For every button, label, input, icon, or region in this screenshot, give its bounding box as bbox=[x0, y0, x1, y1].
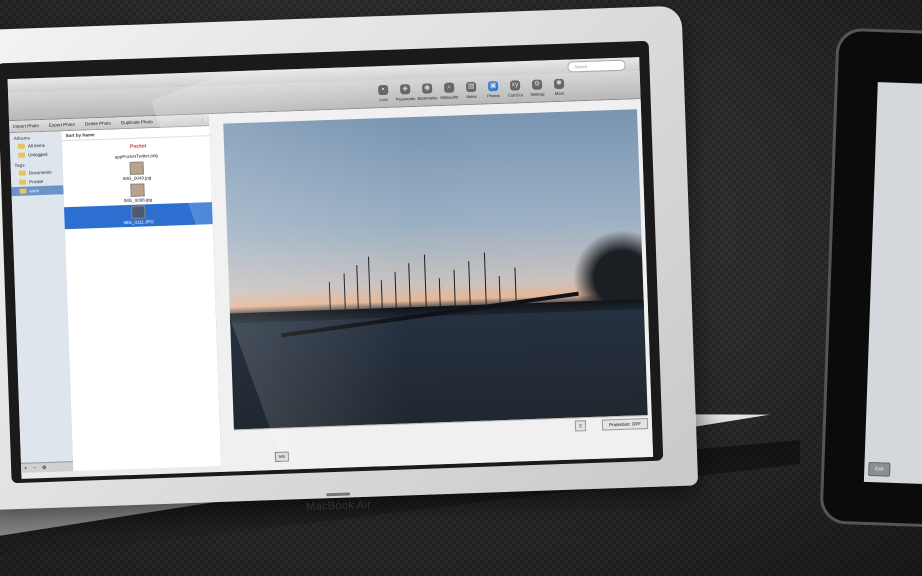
toolbar-cutncut-button[interactable]: xy CutnCut bbox=[504, 75, 527, 103]
pocket-logo-thumbnail: Pocket bbox=[129, 141, 147, 153]
screen-bezel: Search ▪Lock◈Passwords◉Bookmarks⌕Websurf… bbox=[0, 40, 664, 513]
photo-thumbnail bbox=[130, 183, 145, 197]
file-name: appPocketTwitter.png bbox=[114, 152, 158, 160]
toolbar-label: Settings bbox=[530, 91, 545, 97]
ipad-device: Exit bbox=[819, 27, 922, 529]
search-input[interactable]: Search bbox=[567, 59, 626, 73]
toolbar-label: More bbox=[554, 90, 565, 97]
folder-icon bbox=[19, 179, 27, 185]
add-album-button[interactable]: + bbox=[24, 465, 27, 471]
folder-icon bbox=[17, 143, 25, 149]
gear-icon: ⚙ bbox=[531, 79, 543, 90]
photo-icon: ▣ bbox=[487, 81, 499, 92]
sidebar-item-label: work bbox=[29, 188, 40, 194]
export-photo-button[interactable]: Export Photo bbox=[49, 122, 75, 128]
toolbar-more-button[interactable]: ✱ More bbox=[548, 74, 571, 102]
lock-icon[interactable]: ⚿ bbox=[574, 420, 587, 432]
sidebar-item-label: Unlogged bbox=[28, 151, 48, 158]
file-name: IMG_0111.JPG bbox=[123, 219, 154, 226]
folder-icon bbox=[19, 188, 27, 194]
app-window: Search ▪Lock◈Passwords◉Bookmarks⌕Websurf… bbox=[7, 57, 654, 479]
ipad-screen: Exit bbox=[863, 82, 922, 486]
file-name: IMG_0098.jpg bbox=[123, 197, 153, 204]
folder-icon bbox=[18, 170, 26, 176]
xy-icon: xy bbox=[509, 80, 521, 91]
toolbar-photos-button[interactable]: ▣ Photos bbox=[482, 76, 505, 104]
photo-thumbnail bbox=[129, 161, 144, 175]
ipad-exit-button[interactable]: Exit bbox=[868, 461, 891, 477]
toolbar-settings-button[interactable]: ⚙ Settings bbox=[526, 74, 549, 102]
more-icon: ✱ bbox=[553, 78, 565, 90]
delete-photo-button[interactable]: Delete Photo bbox=[85, 121, 111, 127]
duplicate-photo-button[interactable]: Duplicate Photo bbox=[121, 119, 153, 125]
sidebar-item-label: Documents bbox=[28, 169, 52, 176]
sidebar-item-label: Private bbox=[29, 178, 44, 185]
remove-album-button[interactable]: − bbox=[33, 465, 36, 471]
note-icon: ▤ bbox=[465, 81, 477, 93]
laptop-notch bbox=[326, 492, 351, 497]
sidebar-item-work[interactable]: work bbox=[11, 185, 64, 197]
import-photo-button[interactable]: Import Photo bbox=[13, 123, 39, 129]
toolbar-label: CutnCut bbox=[507, 92, 523, 98]
sidebar-footer: + − ⚙ bbox=[20, 461, 74, 473]
sidebar-item-label: All items bbox=[27, 142, 45, 149]
protection-status-button[interactable]: Protection: OFF bbox=[602, 418, 649, 431]
gear-icon[interactable]: ⚙ bbox=[42, 465, 47, 471]
toolbar-label: Photos bbox=[487, 92, 500, 99]
file-name: IMG_0049.jpg bbox=[122, 175, 152, 182]
laptop-lid: Search ▪Lock◈Passwords◉Bookmarks⌕Websurf… bbox=[0, 5, 699, 513]
folder-icon bbox=[18, 152, 26, 158]
photo-thumbnail bbox=[131, 205, 146, 219]
